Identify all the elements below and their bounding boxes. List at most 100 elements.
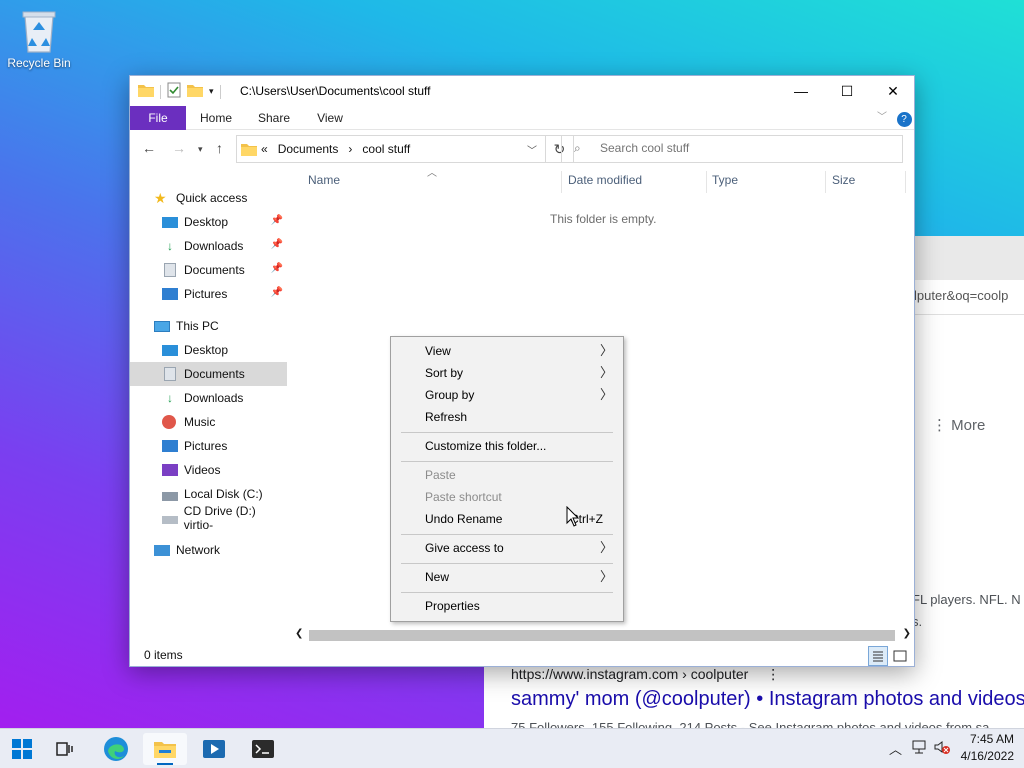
- column-divider[interactable]: [905, 171, 906, 193]
- menu-sort-by[interactable]: Sort by 〉: [391, 362, 623, 384]
- search-input[interactable]: [600, 141, 890, 155]
- recycle-bin-icon: [19, 8, 59, 54]
- maximize-button[interactable]: ☐: [824, 76, 870, 106]
- tab-home[interactable]: Home: [192, 106, 240, 130]
- tab-view[interactable]: View: [306, 106, 354, 130]
- hard-drive-icon: [162, 491, 178, 501]
- nav-pc-desktop[interactable]: Desktop: [130, 338, 287, 362]
- close-button[interactable]: ✕: [870, 76, 916, 106]
- show-hidden-icons-button[interactable]: ︿: [889, 739, 902, 758]
- snippet-line-1: FL players. NFL. N: [912, 592, 1021, 607]
- result-url[interactable]: https://www.instagram.com › coolputer ⋮: [511, 666, 780, 683]
- column-date-modified[interactable]: Date modified: [568, 173, 642, 187]
- nav-pc-videos[interactable]: Videos: [130, 458, 287, 482]
- menu-label: Paste shortcut: [425, 490, 502, 504]
- nav-label: Downloads: [184, 391, 244, 405]
- nav-pc-cd-drive[interactable]: CD Drive (D:) virtio-: [130, 504, 287, 532]
- menu-refresh[interactable]: Refresh: [391, 406, 623, 428]
- scroll-right-icon[interactable]: ❯: [903, 628, 911, 639]
- terminal-button[interactable]: [241, 733, 285, 765]
- help-button[interactable]: ?: [895, 106, 913, 130]
- menu-group-by[interactable]: Group by 〉: [391, 384, 623, 406]
- network-status-button[interactable]: [911, 739, 929, 758]
- nav-this-pc[interactable]: This PC: [130, 314, 287, 338]
- result-title-link[interactable]: sammy' mom (@coolputer) • Instagram phot…: [511, 688, 1024, 711]
- column-divider[interactable]: [706, 171, 707, 193]
- arrow-left-icon: ←: [142, 140, 156, 156]
- address-dropdown-icon[interactable]: ﹀: [527, 142, 537, 157]
- menu-properties[interactable]: Properties: [391, 595, 623, 617]
- nav-label: Local Disk (C:): [184, 487, 263, 501]
- nav-pc-downloads[interactable]: ↓ Downloads: [130, 386, 287, 410]
- column-type[interactable]: Type: [712, 173, 738, 187]
- pin-icon: 📌: [270, 287, 283, 298]
- folder-icon: [241, 142, 257, 159]
- search-more-tab[interactable]: ⋮ More: [932, 416, 985, 434]
- up-button[interactable]: ↑: [216, 140, 223, 156]
- nav-quick-documents[interactable]: Documents 📌: [130, 258, 287, 282]
- volume-button[interactable]: [933, 739, 951, 758]
- menu-undo-rename[interactable]: Undo Rename Ctrl+Z: [391, 508, 623, 530]
- menu-separator: [401, 534, 613, 535]
- menu-paste-shortcut: Paste shortcut: [391, 486, 623, 508]
- start-button[interactable]: [0, 733, 44, 765]
- column-divider[interactable]: [561, 171, 562, 193]
- nav-label: Pictures: [184, 439, 228, 453]
- menu-label: Refresh: [425, 410, 468, 424]
- nav-quick-desktop[interactable]: Desktop 📌: [130, 210, 287, 234]
- forward-button[interactable]: →: [172, 140, 186, 156]
- nav-quick-downloads[interactable]: ↓ Downloads 📌: [130, 234, 287, 258]
- start-icon: [12, 739, 32, 759]
- task-view-button[interactable]: [43, 733, 87, 765]
- desktop-icon: [162, 216, 178, 228]
- customize-quick-access-icon[interactable]: ▾: [209, 86, 214, 97]
- horizontal-scrollbar[interactable]: ❮ ❯: [293, 626, 913, 644]
- pictures-icon: [162, 440, 178, 452]
- breadcrumb-overflow[interactable]: «: [261, 142, 268, 156]
- tab-share[interactable]: Share: [250, 106, 298, 130]
- nav-pc-local-disk[interactable]: Local Disk (C:): [130, 482, 287, 506]
- documents-icon: [164, 263, 176, 277]
- scroll-left-icon[interactable]: ❮: [295, 628, 303, 639]
- edge-icon: [104, 737, 128, 761]
- file-explorer-button[interactable]: [143, 733, 187, 765]
- menu-customize-folder[interactable]: Customize this folder...: [391, 435, 623, 457]
- recycle-bin-shortcut[interactable]: Recycle Bin: [6, 8, 72, 70]
- nav-quick-pictures[interactable]: Pictures 📌: [130, 282, 287, 306]
- title-bar[interactable]: ▾ C:\Users\User\Documents\cool stuff — ☐…: [130, 76, 914, 106]
- nav-network[interactable]: Network: [130, 538, 287, 562]
- search-box[interactable]: ⌕: [561, 135, 903, 163]
- mouse-cursor-icon: [566, 505, 580, 531]
- details-view-button[interactable]: [868, 646, 888, 666]
- breadcrumb-documents[interactable]: Documents: [278, 142, 339, 156]
- new-folder-icon[interactable]: [187, 83, 203, 100]
- expand-ribbon-icon[interactable]: ﹀: [874, 106, 890, 130]
- browser-address-fragment[interactable]: lputer&oq=coolp: [914, 288, 1008, 303]
- breadcrumb-cool-stuff[interactable]: cool stuff: [362, 142, 410, 156]
- result-options-icon[interactable]: ⋮: [766, 666, 780, 682]
- tab-file[interactable]: File: [130, 106, 186, 130]
- media-app-button[interactable]: [192, 733, 236, 765]
- clock-time: 7:45 AM: [969, 732, 1014, 746]
- menu-new[interactable]: New 〉: [391, 566, 623, 588]
- minimize-button[interactable]: —: [778, 76, 824, 106]
- column-size[interactable]: Size: [832, 173, 855, 187]
- column-name[interactable]: Name: [308, 173, 340, 187]
- system-clock[interactable]: 7:45 AM 4/16/2022: [961, 731, 1014, 765]
- menu-give-access[interactable]: Give access to 〉: [391, 537, 623, 559]
- properties-check-icon[interactable]: [167, 82, 181, 101]
- column-divider[interactable]: [825, 171, 826, 193]
- taskbar: ︿ 7:45 AM 4/16/2022: [0, 728, 1024, 768]
- videos-icon: [162, 464, 178, 476]
- menu-view[interactable]: View 〉: [391, 340, 623, 362]
- nav-pc-music[interactable]: Music: [130, 410, 287, 434]
- address-bar[interactable]: « Documents › cool stuff ﹀: [236, 135, 546, 163]
- large-icons-view-button[interactable]: [890, 646, 910, 666]
- nav-quick-access[interactable]: ★ Quick access: [130, 186, 287, 210]
- recent-locations-button[interactable]: ▾: [198, 144, 203, 155]
- scroll-thumb[interactable]: [309, 630, 895, 641]
- edge-button[interactable]: [94, 733, 138, 765]
- nav-pc-pictures[interactable]: Pictures: [130, 434, 287, 458]
- back-button[interactable]: ←: [142, 140, 156, 156]
- nav-pc-documents[interactable]: Documents: [130, 362, 287, 386]
